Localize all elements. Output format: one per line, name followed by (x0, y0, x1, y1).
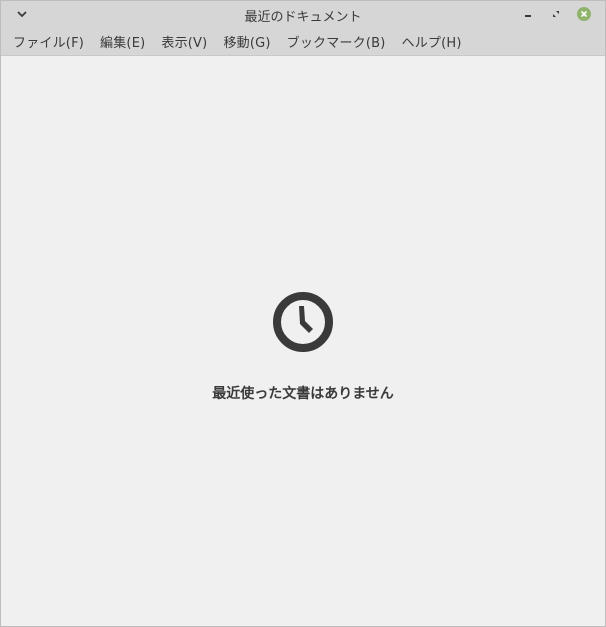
menu-edit[interactable]: 編集(E) (92, 29, 153, 54)
maximize-icon (553, 11, 559, 17)
titlebar[interactable]: 最近のドキュメント (1, 1, 605, 28)
window-title: 最近のドキュメント (244, 10, 362, 25)
recent-documents-view: 最近使った文書はありません (1, 57, 605, 626)
close-button[interactable] (575, 5, 593, 23)
maximize-button[interactable] (547, 5, 565, 23)
menu-bookmarks[interactable]: ブックマーク(B) (279, 29, 394, 54)
file-manager-window: 最近のドキュメント ファイル(F) 編集(E) 表示(V) 移動(G) ブックマ… (0, 0, 606, 627)
empty-state-message: 最近使った文書はありません (212, 386, 394, 402)
menubar: ファイル(F) 編集(E) 表示(V) 移動(G) ブックマーク(B) ヘルプ(… (1, 28, 605, 56)
minimize-icon (525, 15, 531, 17)
close-icon (577, 7, 591, 21)
clock-icon (273, 292, 333, 352)
menu-help[interactable]: ヘルプ(H) (394, 29, 470, 54)
menu-file[interactable]: ファイル(F) (5, 29, 92, 54)
menu-go[interactable]: 移動(G) (215, 29, 278, 54)
menu-view[interactable]: 表示(V) (153, 29, 215, 54)
minimize-button[interactable] (519, 5, 537, 23)
